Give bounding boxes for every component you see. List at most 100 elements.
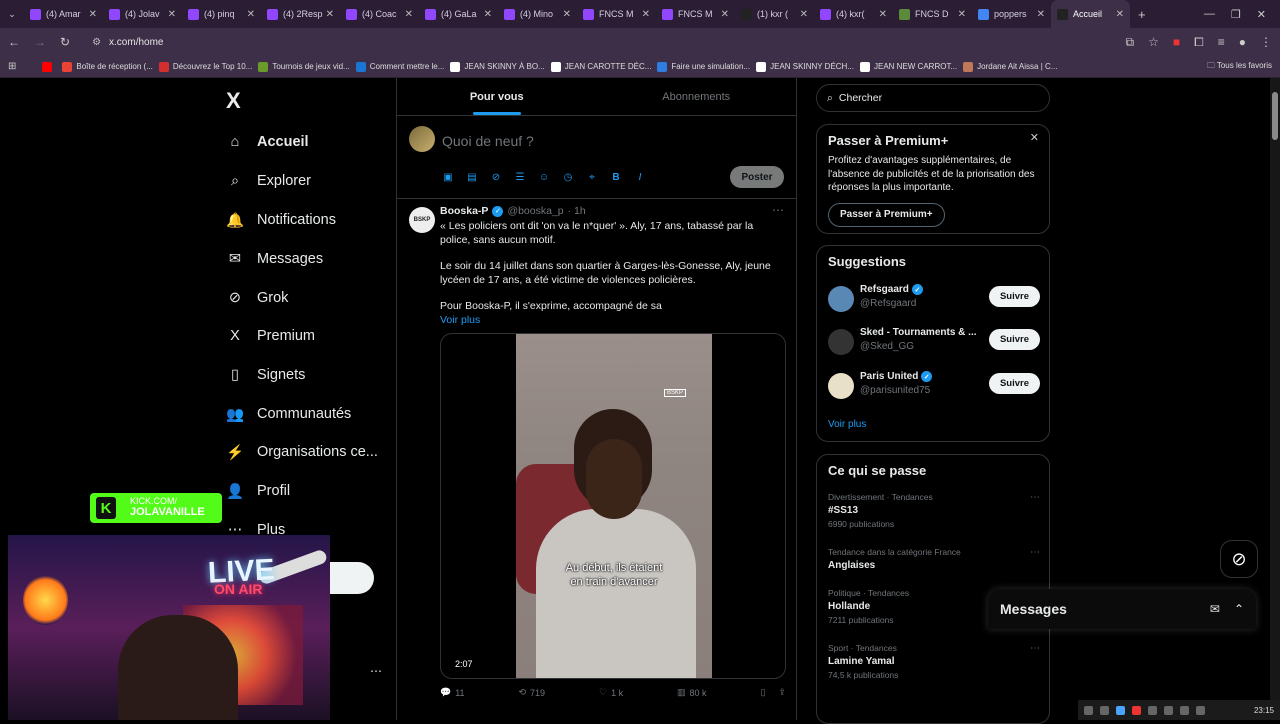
nav-item-premium[interactable]: X Premium <box>226 322 315 350</box>
browser-tab[interactable]: (4) Amar ✕ <box>24 0 103 28</box>
nav-item-notifications[interactable]: 🔔 Notifications <box>226 206 336 234</box>
tweet-time[interactable]: · 1h <box>568 205 586 217</box>
messages-dock[interactable]: Messages ✉ ⌃ <box>988 589 1256 629</box>
nav-item-messages[interactable]: ✉ Messages <box>226 245 323 273</box>
search-input[interactable]: ⌕ Chercher <box>816 84 1050 112</box>
nav-item-profil[interactable]: 👤 Profil <box>226 477 290 505</box>
trend-more-icon[interactable]: ⋯ <box>1030 492 1040 503</box>
browser-tab[interactable]: (4) GaLa ✕ <box>419 0 498 28</box>
tab-close-icon[interactable]: ✕ <box>326 9 334 20</box>
trend-more-icon[interactable]: ⋯ <box>1030 547 1040 558</box>
suggestion-row[interactable]: Sked - Tournaments & ... @Sked_GG Suivre <box>828 325 1040 361</box>
bookmark-item[interactable]: JEAN SKINNY DÉCH... <box>756 61 854 72</box>
tray-icon[interactable] <box>1100 705 1109 715</box>
nav-item-explorer[interactable]: ⌕ Explorer <box>226 167 311 195</box>
reload-icon[interactable]: ↻ <box>60 35 70 49</box>
profile-avatar[interactable]: ● <box>1239 35 1246 50</box>
tab-close-icon[interactable]: ✕ <box>168 9 176 20</box>
x-logo-icon[interactable]: X <box>226 88 241 114</box>
forward-icon[interactable]: → <box>34 35 46 49</box>
star-bookmark-icon[interactable]: ☆ <box>1148 35 1159 50</box>
tray-icon[interactable] <box>1148 705 1157 715</box>
schedule-icon[interactable]: ◷ <box>562 171 574 183</box>
browser-tab[interactable]: FNCS D ✕ <box>893 0 972 28</box>
site-info-icon[interactable]: ⚙ <box>92 37 101 48</box>
install-app-icon[interactable]: ⧉ <box>1126 35 1135 50</box>
browser-tab[interactable]: (4) kxr( ✕ <box>814 0 893 28</box>
account-more-icon[interactable]: ⋯ <box>370 664 382 678</box>
browser-tab[interactable]: poppers ✕ <box>972 0 1051 28</box>
suggestion-avatar[interactable] <box>828 286 854 312</box>
close-icon[interactable]: ✕ <box>1030 131 1039 144</box>
nav-item-organisations-ce-[interactable]: ⚡ Organisations ce... <box>226 438 378 466</box>
browser-tab[interactable]: (1) kxr ( ✕ <box>735 0 814 28</box>
tab-close-icon[interactable]: ✕ <box>247 9 255 20</box>
bookmark-item[interactable]: Découvrez le Top 10... <box>158 61 252 72</box>
gif-icon[interactable]: ▤ <box>466 171 478 183</box>
expand-up-icon[interactable]: ⌃ <box>1234 602 1244 616</box>
follow-button[interactable]: Suivre <box>989 286 1040 307</box>
video-frame[interactable]: BSKP Au début, ils étaient en train d'av… <box>516 334 712 678</box>
user-avatar[interactable] <box>409 126 435 152</box>
browser-tab[interactable]: (4) pinq ✕ <box>182 0 261 28</box>
italic-icon[interactable]: I <box>634 171 646 183</box>
suggestion-avatar[interactable] <box>828 329 854 355</box>
nav-item-communautés[interactable]: 👥 Communautés <box>226 400 351 428</box>
grok-floating-button[interactable]: ⊘ <box>1220 540 1258 578</box>
bookmark-item[interactable] <box>42 61 56 72</box>
reply-button[interactable]: 💬 11 <box>440 687 465 698</box>
suggestion-row[interactable]: Refsgaard ✓ @Refsgaard Suivre <box>828 282 1040 318</box>
media-icon[interactable]: ≡ <box>1218 35 1225 50</box>
tab-close-icon[interactable]: ✕ <box>1116 9 1124 20</box>
bookmark-item[interactable]: Comment mettre le... <box>355 61 444 72</box>
tray-icon[interactable] <box>1196 705 1205 715</box>
grok-compose-icon[interactable]: ⊘ <box>490 171 502 183</box>
apps-grid-icon[interactable]: ⊞ <box>8 61 16 72</box>
tab-close-icon[interactable]: ✕ <box>563 9 571 20</box>
trend-item[interactable]: Sport · Tendances Lamine Yamal 74,5 k pu… <box>828 643 1040 680</box>
browser-menu-icon[interactable]: ⋮ <box>1260 35 1272 50</box>
views-button[interactable]: ▥ 80 k <box>677 687 707 698</box>
tab-close-icon[interactable]: ✕ <box>89 9 97 20</box>
new-message-icon[interactable]: ✉ <box>1210 602 1220 616</box>
compose-input[interactable]: Quoi de neuf ? <box>442 133 534 149</box>
tab-close-icon[interactable]: ✕ <box>484 9 492 20</box>
bookmark-item[interactable]: JEAN CAROTTE DÉC... <box>550 61 651 72</box>
suggestions-see-more-link[interactable]: Voir plus <box>828 419 866 430</box>
scrollbar-thumb[interactable] <box>1272 92 1278 140</box>
tray-icon[interactable] <box>1132 705 1141 715</box>
tweet-video[interactable]: BSKP Au début, ils étaient en train d'av… <box>440 333 786 679</box>
browser-tab[interactable]: (4) Mino ✕ <box>498 0 577 28</box>
premium-button[interactable]: Passer à Premium+ <box>828 202 945 227</box>
bookmark-item[interactable]: Tournois de jeux vid... <box>258 61 350 72</box>
suggestion-row[interactable]: Paris United ✓ @parisunited75 Suivre <box>828 369 1040 405</box>
post-button[interactable]: Poster <box>730 166 784 188</box>
trend-item[interactable]: Divertissement · Tendances #SS13 6990 pu… <box>828 492 1040 529</box>
see-more-link[interactable]: Voir plus <box>440 314 480 326</box>
url-field[interactable]: ⚙ x.com/home <box>82 31 1125 53</box>
suggestion-name[interactable]: Sked - Tournaments & ... <box>860 327 977 338</box>
tray-icon[interactable] <box>1084 705 1093 715</box>
post-button-partial[interactable] <box>330 562 374 594</box>
browser-tab[interactable]: FNCS M ✕ <box>577 0 656 28</box>
emoji-icon[interactable]: ☺ <box>538 171 550 183</box>
tab-close-icon[interactable]: ✕ <box>405 9 413 20</box>
tweet-more-icon[interactable]: ⋯ <box>772 203 784 217</box>
browser-tab[interactable]: (4) 2Resp ✕ <box>261 0 340 28</box>
repost-button[interactable]: ⟲ 719 <box>518 687 545 698</box>
browser-tab[interactable]: Accueil ✕ <box>1051 0 1130 28</box>
tab-list-chevron-icon[interactable]: ⌄ <box>0 9 24 20</box>
trend-item[interactable]: Tendance dans la catégorie France Anglai… <box>828 547 1040 571</box>
tab-close-icon[interactable]: ✕ <box>721 9 729 20</box>
location-icon[interactable]: ⌖ <box>586 171 598 183</box>
back-icon[interactable]: ← <box>8 35 20 49</box>
page-scrollbar[interactable] <box>1270 78 1280 720</box>
close-window-icon[interactable]: ✕ <box>1257 8 1266 21</box>
browser-tab[interactable]: (4) Coac ✕ <box>340 0 419 28</box>
tray-icon[interactable] <box>1116 705 1125 715</box>
tweet-avatar[interactable]: BSKP <box>409 207 435 233</box>
all-favorites-folder[interactable]: 🗀 Tous les favoris <box>1207 60 1272 74</box>
browser-tab[interactable]: FNCS M ✕ <box>656 0 735 28</box>
suggestion-name[interactable]: Paris United <box>860 371 918 382</box>
bookmark-item[interactable]: Jordane Ait Aissa | C... <box>963 61 1057 72</box>
